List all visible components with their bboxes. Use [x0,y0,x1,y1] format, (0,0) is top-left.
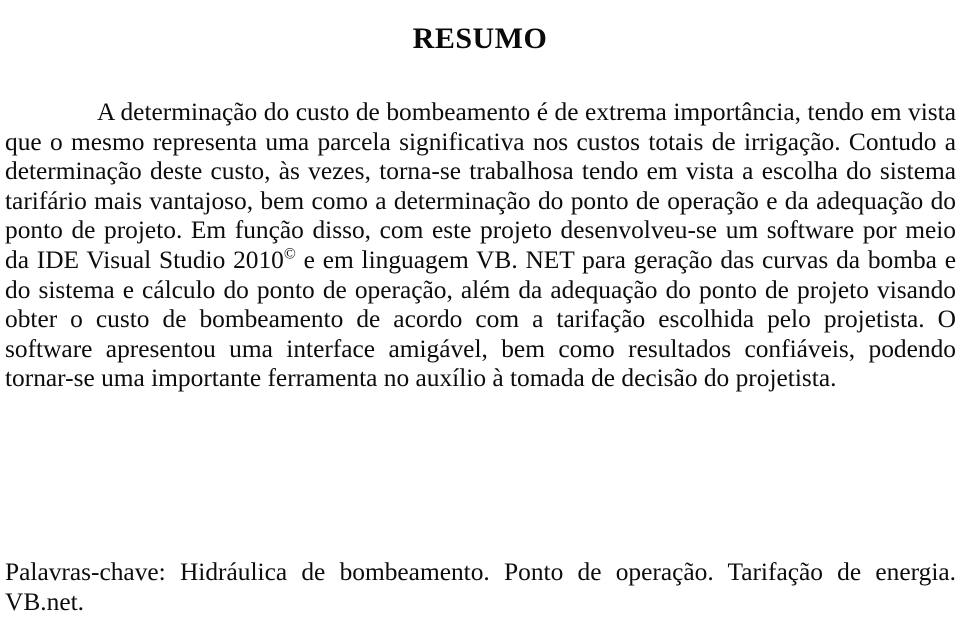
abstract-paragraph: A determinação do custo de bombeamento é… [5,98,956,394]
keywords-paragraph: Palavras-chave: Hidráulica de bombeament… [5,558,956,617]
document-page: RESUMO A determinação do custo de bombea… [0,0,960,628]
keywords-text: Palavras-chave: Hidráulica de bombeament… [5,558,956,616]
page-title: RESUMO [412,22,548,56]
copyright-icon: © [283,245,296,263]
